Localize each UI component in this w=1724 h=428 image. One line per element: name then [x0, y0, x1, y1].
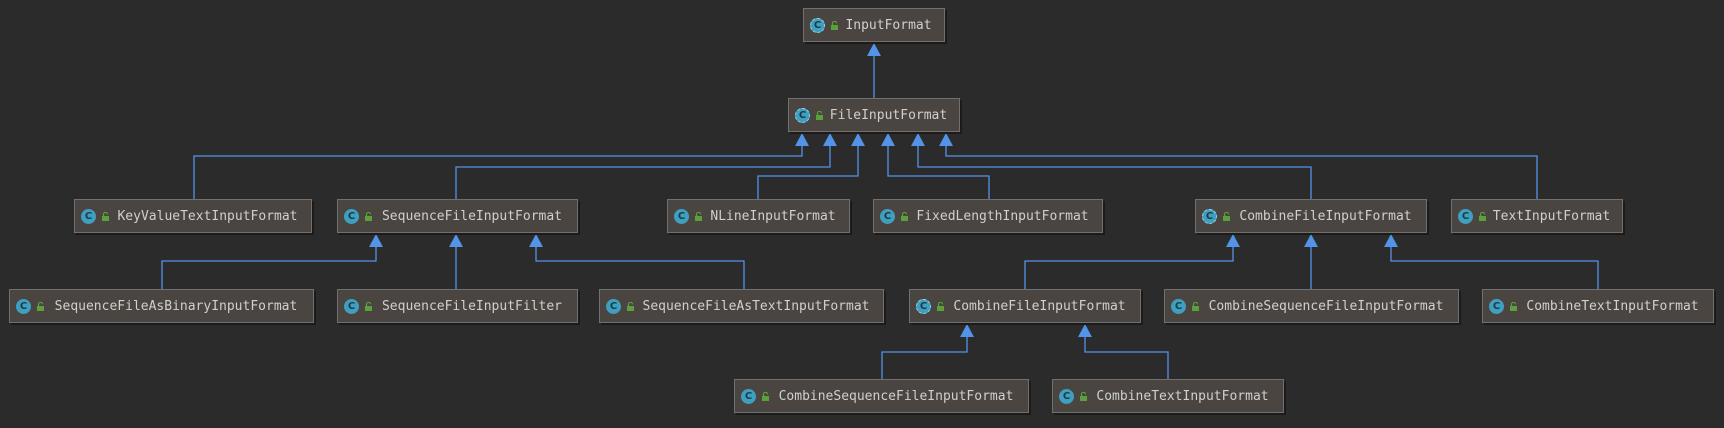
public-visibility-icon	[762, 391, 769, 401]
class-node-sequence-file-input-format[interactable]: C SequenceFileInputFormat	[337, 199, 578, 233]
class-icon: C	[880, 208, 895, 224]
inheritance-arrowhead	[867, 43, 881, 56]
class-node-label: TextInputFormat	[1492, 208, 1611, 224]
class-node-nline-input-format[interactable]: C NLineInputFormat	[667, 199, 850, 233]
inheritance-arrowhead	[939, 133, 953, 146]
public-visibility-icon	[1479, 211, 1486, 221]
class-node-label: FixedLengthInputFormat	[916, 208, 1089, 224]
inheritance-arrowhead	[529, 234, 543, 247]
inheritance-arrowhead	[881, 133, 895, 146]
inheritance-edge-fixed-length-input-format	[887, 146, 990, 199]
inheritance-arrowhead	[851, 133, 865, 146]
inheritance-arrowhead	[960, 324, 974, 337]
inheritance-edge-combine-file-input-format-lib	[1024, 247, 1234, 289]
class-node-label: CombineSequenceFileInputFormat	[1208, 298, 1444, 314]
inheritance-arrowhead	[911, 133, 925, 146]
class-node-label: InputFormat	[845, 17, 932, 33]
class-icon: C	[674, 208, 689, 224]
inheritance-edge-combine-text-input-format-a	[1390, 247, 1599, 289]
class-node-label: SequenceFileInputFilter	[381, 298, 562, 314]
public-visibility-icon	[365, 211, 372, 221]
class-node-combine-sequence-file-input-format-a[interactable]: C CombineSequenceFileInputFormat	[1164, 289, 1459, 323]
abstract-class-icon: C	[795, 107, 810, 123]
class-node-combine-file-input-format-lib[interactable]: C CombineFileInputFormat	[909, 289, 1141, 323]
class-node-fixed-length-input-format[interactable]: C FixedLengthInputFormat	[873, 199, 1103, 233]
public-visibility-icon	[1510, 301, 1517, 311]
class-icon: C	[1489, 298, 1504, 314]
class-icon: C	[81, 208, 96, 224]
public-visibility-icon	[816, 110, 823, 120]
abstract-class-icon: C	[916, 298, 931, 314]
class-node-input-format[interactable]: C InputFormat	[803, 8, 945, 42]
public-visibility-icon	[901, 211, 908, 221]
class-icon: C	[344, 298, 359, 314]
inheritance-edge-combine-file-input-format-mapred	[917, 146, 1312, 199]
class-hierarchy-diagram: C InputFormat C FileInputFormat C KeyValueTex…	[0, 0, 1724, 428]
class-node-key-value-text-input-format[interactable]: C KeyValueTextInputFormat	[74, 199, 312, 233]
class-icon: C	[606, 298, 621, 314]
inheritance-edge-nline-input-format	[757, 146, 859, 199]
public-visibility-icon	[831, 20, 838, 30]
inheritance-arrowhead	[795, 133, 809, 146]
class-icon: C	[741, 388, 756, 404]
public-visibility-icon	[1192, 301, 1199, 311]
inheritance-edge-sequence-file-as-text-input-format	[535, 247, 745, 289]
inheritance-edge-sequence-file-as-binary-input-format	[161, 247, 377, 289]
class-node-label: SequenceFileInputFormat	[381, 208, 562, 224]
class-icon: C	[1458, 208, 1473, 224]
class-node-label: NLineInputFormat	[710, 208, 836, 224]
inheritance-edge-text-input-format	[945, 146, 1538, 199]
inheritance-edge-combine-sequence-file-input-format-b	[881, 337, 968, 379]
class-node-combine-file-input-format-mapred[interactable]: C CombineFileInputFormat	[1195, 199, 1427, 233]
class-node-combine-text-input-format-a[interactable]: C CombineTextInputFormat	[1482, 289, 1714, 323]
class-node-sequence-file-input-filter[interactable]: C SequenceFileInputFilter	[337, 289, 578, 323]
inheritance-arrowhead	[1226, 234, 1240, 247]
class-icon: C	[16, 298, 31, 314]
class-node-file-input-format[interactable]: C FileInputFormat	[788, 98, 960, 132]
class-node-label: CombineFileInputFormat	[1239, 208, 1412, 224]
class-node-text-input-format[interactable]: C TextInputFormat	[1451, 199, 1623, 233]
inheritance-arrowhead	[1304, 234, 1318, 247]
class-node-combine-text-input-format-b[interactable]: C CombineTextInputFormat	[1052, 379, 1284, 413]
inheritance-arrowhead	[369, 234, 383, 247]
public-visibility-icon	[37, 301, 44, 311]
public-visibility-icon	[365, 301, 372, 311]
class-icon: C	[1171, 298, 1186, 314]
inheritance-arrowhead	[1078, 324, 1092, 337]
class-node-label: SequenceFileAsTextInputFormat	[642, 298, 870, 314]
class-node-label: KeyValueTextInputFormat	[117, 208, 298, 224]
abstract-class-icon: C	[1202, 208, 1217, 224]
inheritance-arrowhead	[1384, 234, 1398, 247]
class-node-label: CombineFileInputFormat	[953, 298, 1126, 314]
class-icon: C	[1059, 388, 1074, 404]
public-visibility-icon	[937, 301, 944, 311]
inheritance-arrowhead	[823, 133, 837, 146]
inheritance-edge-key-value-text-input-format	[193, 146, 803, 199]
class-node-label: SequenceFileAsBinaryInputFormat	[54, 298, 298, 314]
public-visibility-icon	[102, 211, 109, 221]
inheritance-edge-sequence-file-input-format	[455, 146, 831, 199]
class-node-label: CombineTextInputFormat	[1096, 388, 1269, 404]
inheritance-arrowhead	[449, 234, 463, 247]
public-visibility-icon	[1223, 211, 1230, 221]
class-icon: C	[344, 208, 359, 224]
class-node-label: CombineSequenceFileInputFormat	[778, 388, 1014, 404]
class-node-sequence-file-as-binary-input-format[interactable]: C SequenceFileAsBinaryInputFormat	[9, 289, 314, 323]
public-visibility-icon	[695, 211, 702, 221]
class-node-sequence-file-as-text-input-format[interactable]: C SequenceFileAsTextInputFormat	[599, 289, 884, 323]
class-node-combine-sequence-file-input-format-b[interactable]: C CombineSequenceFileInputFormat	[734, 379, 1029, 413]
public-visibility-icon	[627, 301, 634, 311]
public-visibility-icon	[1080, 391, 1087, 401]
class-node-label: CombineTextInputFormat	[1526, 298, 1699, 314]
abstract-class-icon: C	[810, 17, 825, 33]
inheritance-edge-combine-text-input-format-b	[1084, 337, 1169, 379]
class-node-label: FileInputFormat	[829, 107, 948, 123]
